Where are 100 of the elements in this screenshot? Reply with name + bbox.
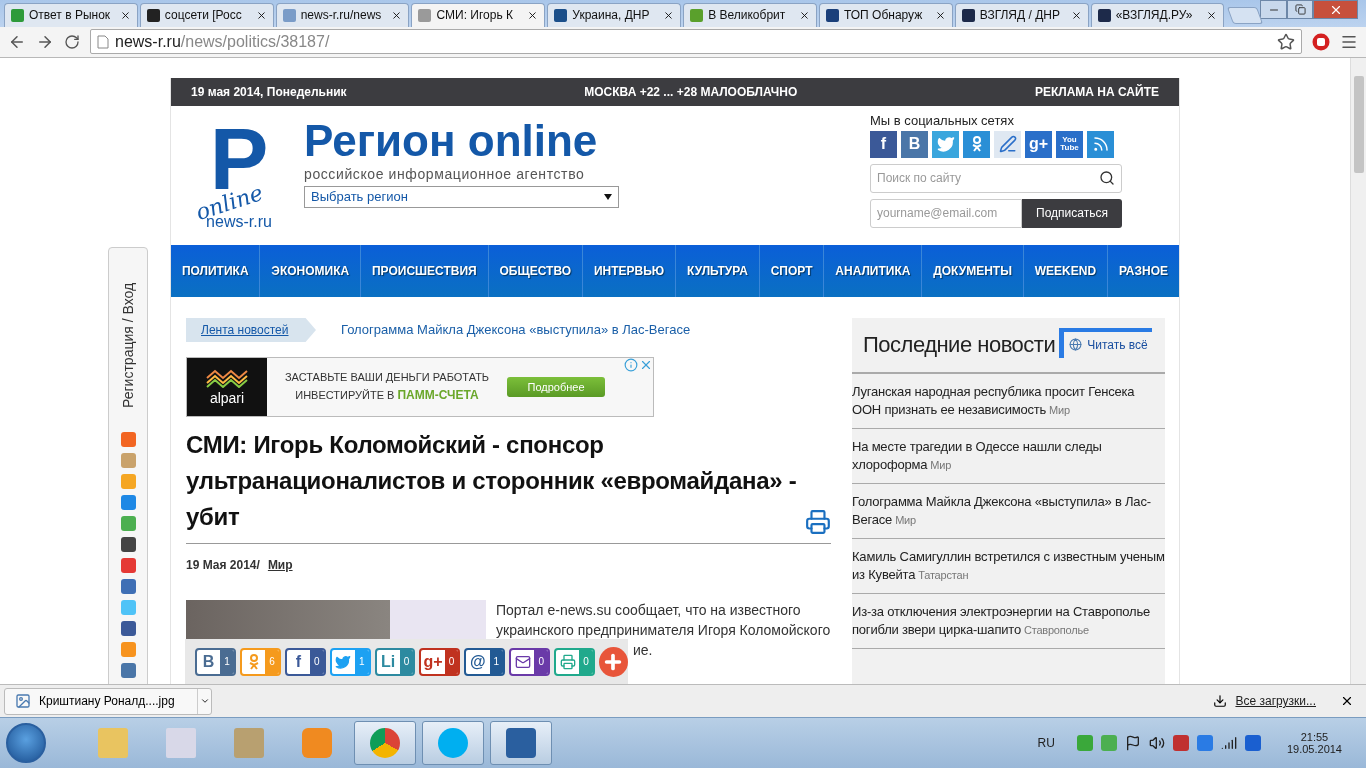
browser-tab[interactable]: «ВЗГЛЯД.РУ» <box>1090 2 1225 27</box>
info-icon[interactable] <box>624 357 638 372</box>
nav-item[interactable]: РАЗНОЕ <box>1108 244 1179 297</box>
browser-tab[interactable]: news-r.ru/news <box>275 2 410 27</box>
paragraph-fragment: ие. <box>632 640 654 660</box>
news-item[interactable]: Из-за отключения электроэнергии на Ставрополье погибли звери цирка-шапито Ставрополье <box>852 593 1165 649</box>
share-button[interactable]: 0 <box>509 647 550 676</box>
person-icon[interactable] <box>963 130 990 158</box>
ad-banner[interactable]: alpari ЗАСТАВЬТЕ ВАШИ ДЕНЬГИ РАБОТАТЬ ИНВЕСТИРУЙТЕ В ПАММ-СЧЕТА Подробнее <box>186 356 654 417</box>
close-icon[interactable] <box>391 9 403 21</box>
signal-icon[interactable] <box>1220 735 1237 752</box>
reload-icon[interactable] <box>64 33 80 50</box>
share-icon[interactable] <box>120 578 136 594</box>
close-icon[interactable] <box>1070 9 1082 21</box>
category-link[interactable]: Мир <box>267 557 293 572</box>
taskbar-app[interactable] <box>490 721 552 766</box>
share-icon[interactable] <box>120 620 136 636</box>
nav-item[interactable]: ЭКОНОМИКА <box>260 244 362 297</box>
tray-icon[interactable] <box>1196 735 1213 752</box>
search-icon[interactable] <box>1099 170 1115 187</box>
nav-item[interactable]: ПОЛИТИКА <box>171 244 261 297</box>
tray-icon[interactable] <box>1172 735 1189 752</box>
stop-sign-icon[interactable] <box>1312 32 1330 51</box>
close-icon[interactable] <box>527 9 539 21</box>
weather-text: МОСКВА +22 ... +28 МАЛООБЛАЧНО <box>584 84 798 99</box>
all-downloads-link[interactable]: Все загрузки... <box>1235 694 1316 709</box>
region-select[interactable]: Выбрать регион <box>304 185 619 208</box>
close-icon[interactable] <box>798 9 810 21</box>
person-glyph-icon <box>970 135 983 154</box>
social-icon[interactable]: You Tube <box>1056 130 1083 158</box>
clock[interactable]: 21:55 19.05.2014 <box>1286 731 1342 756</box>
nav-item[interactable]: ДОКУМЕНТЫ <box>922 244 1024 297</box>
browser-tab[interactable]: В Великобрит <box>683 2 817 27</box>
address-bar[interactable]: news-r.ru/news/politics/38187/ <box>90 29 1302 55</box>
star-icon[interactable] <box>1277 32 1295 51</box>
download-icon <box>1213 694 1228 709</box>
close-icon[interactable] <box>934 9 946 21</box>
start-button[interactable] <box>6 723 46 764</box>
nav-item[interactable]: ПРОИСШЕСТВИЯ <box>361 244 489 297</box>
close-icon[interactable] <box>119 9 131 21</box>
news-item[interactable]: Луганская народная республика просит Генсека ООН признать ее независимость Мир <box>852 373 1165 429</box>
rss-icon[interactable] <box>1087 130 1114 158</box>
download-item[interactable]: Криштиану Роналд....jpg <box>4 687 212 715</box>
nav-item[interactable]: СПОРТ <box>759 244 825 297</box>
share-glyph: @ <box>469 651 487 672</box>
close-icon[interactable] <box>663 9 675 21</box>
site-logo[interactable]: P online news-r.ru <box>184 119 294 245</box>
flag-icon[interactable] <box>1124 735 1141 752</box>
page-icon <box>97 34 109 49</box>
close-icon[interactable] <box>255 9 267 21</box>
browser-tab[interactable]: ТОП Обнаруж <box>818 2 953 27</box>
caret-icon <box>604 193 612 200</box>
read-all-link[interactable]: Читать всё <box>1059 327 1152 358</box>
share-icon[interactable] <box>120 536 136 552</box>
news-feed-link[interactable]: Лента новостей <box>186 317 316 342</box>
nav-item[interactable]: АНАЛИТИКА <box>824 244 923 297</box>
bird-icon[interactable] <box>932 130 959 158</box>
news-item[interactable]: На месте трагедии в Одессе нашли следы хлороформа Мир <box>852 428 1165 484</box>
browser-tab[interactable]: СМИ: Игорь К <box>411 2 546 27</box>
nav-item[interactable]: ИНТЕРВЬЮ <box>583 244 677 297</box>
browser-tab[interactable]: Ответ в Рынок <box>4 2 138 27</box>
nav-item[interactable]: WEEKEND <box>1023 244 1108 297</box>
browser-tab[interactable]: соцсети [Росс <box>139 2 274 27</box>
login-link[interactable]: Регистрация / Вход <box>120 257 136 408</box>
restore-icon <box>1294 4 1306 15</box>
restore-button[interactable] <box>1287 0 1313 19</box>
waves-icon <box>205 367 249 388</box>
close-icon[interactable] <box>1206 9 1218 21</box>
news-item[interactable]: Голограмма Майкла Джексона «выступила» в Лас-Вегасе Мир <box>852 483 1165 539</box>
share-button[interactable]: Li 0 <box>374 647 416 676</box>
browser-tab[interactable]: ВЗГЛЯД / ДНР <box>954 2 1089 27</box>
tray-icon[interactable] <box>1244 735 1261 752</box>
share-button[interactable]: @ 1 <box>464 647 506 676</box>
ads-link[interactable]: РЕКЛАМА НА САЙТЕ <box>1034 84 1159 99</box>
print-icon[interactable] <box>805 508 831 535</box>
minimize-button[interactable] <box>1260 0 1287 19</box>
nav-item[interactable]: КУЛЬТУРА <box>676 244 760 297</box>
social-icon[interactable]: g+ <box>1025 130 1052 158</box>
add-button[interactable] <box>598 646 628 677</box>
article-title: СМИ: Игорь Коломойский - спонсор ультранационалистов и сторонник «евромайдана» - убит <box>186 429 798 532</box>
share-icon[interactable] <box>120 662 136 678</box>
pen-icon[interactable] <box>994 130 1021 158</box>
share-button[interactable]: g+ 0 <box>419 647 461 676</box>
social-icon[interactable]: f <box>870 130 897 158</box>
share-icon[interactable] <box>120 557 136 573</box>
share-button[interactable]: В 1 <box>195 647 236 676</box>
new-tab-button[interactable] <box>1227 6 1264 24</box>
nav-item[interactable]: ОБЩЕСТВО <box>488 244 584 297</box>
scrollbar[interactable] <box>1350 57 1366 685</box>
browser-tab[interactable]: Украина, ДНР <box>547 2 682 27</box>
volume-icon[interactable] <box>1148 735 1165 752</box>
taskbar-app[interactable] <box>354 721 416 766</box>
social-icon[interactable]: B <box>901 130 928 158</box>
subscribe-button[interactable]: Подписаться <box>1022 198 1122 228</box>
language-indicator[interactable]: RU <box>1037 736 1055 751</box>
article-date: 19 Мая 2014/ <box>186 557 260 572</box>
taskbar-app[interactable] <box>422 721 484 766</box>
share-button[interactable]: f 0 <box>284 647 326 676</box>
news-item[interactable]: Камиль Самигуллин встретился с известным ученым из Кувейта Татарстан <box>852 538 1165 594</box>
ticker-headline[interactable]: Голограмма Майкла Джексона «выступила» в Лас-Вегасе <box>341 322 691 338</box>
